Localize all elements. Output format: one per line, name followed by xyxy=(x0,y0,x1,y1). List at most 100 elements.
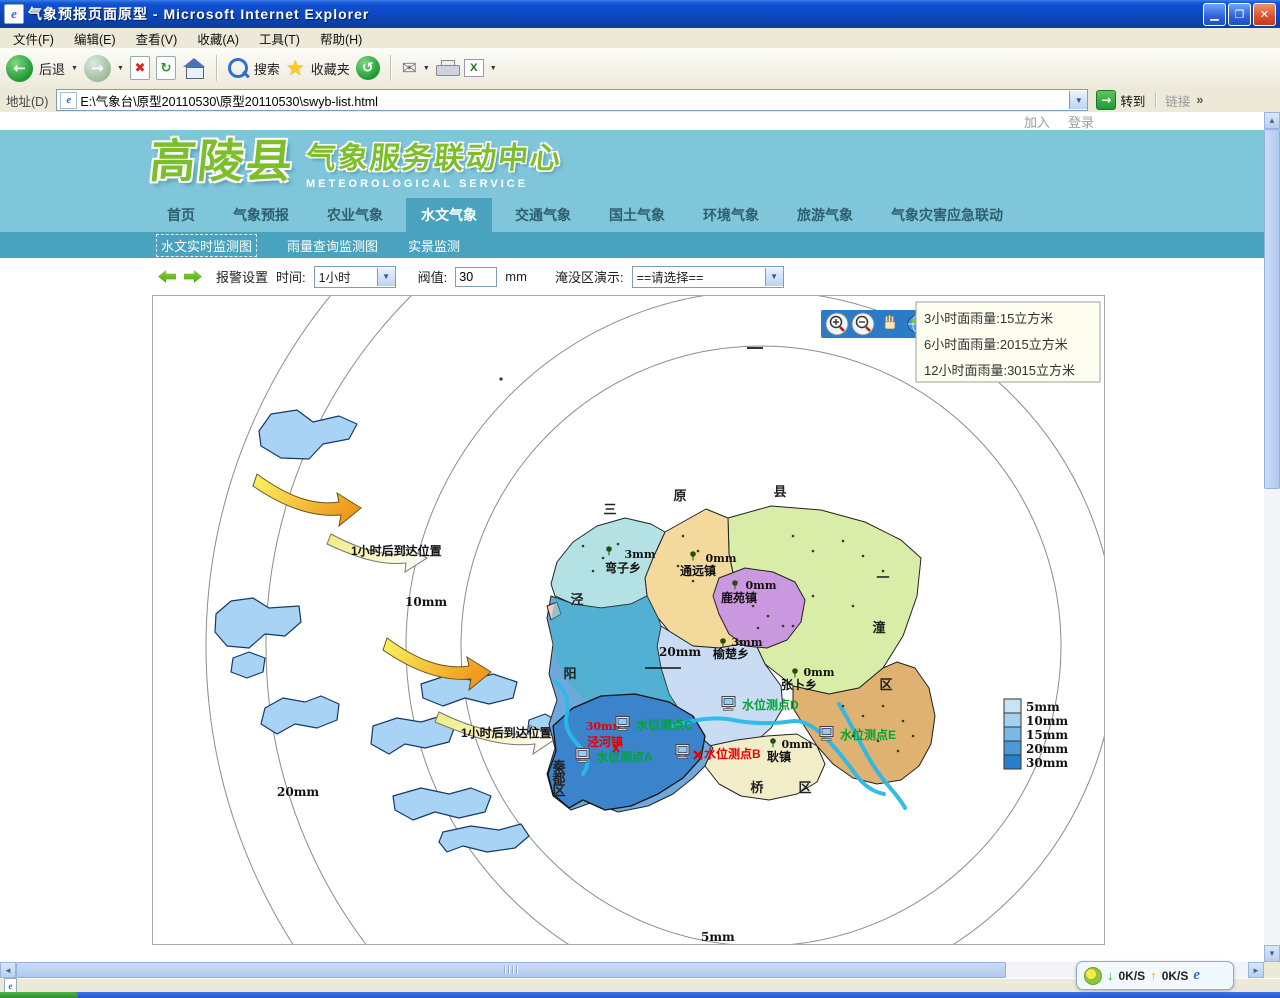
nav-agriculture[interactable]: 农业气象 xyxy=(312,198,398,232)
close-button[interactable]: ✕ xyxy=(1253,3,1276,26)
map-canvas[interactable]: 1小时后到达位置 1小时后到达位置 10mm 20mm 20mm xyxy=(153,296,1104,944)
nav-disaster-emergency[interactable]: 气象灾害应急联动 xyxy=(876,198,1018,232)
address-dropdown-icon[interactable]: ▼ xyxy=(1069,91,1087,109)
time-select[interactable]: 1小时 ▼ xyxy=(314,266,396,288)
nav-home[interactable]: 首页 xyxy=(152,198,210,232)
nav-traffic[interactable]: 交通气象 xyxy=(500,198,586,232)
traffic-monitor-widget[interactable]: ↓ 0K/S ↑ 0K/S e xyxy=(1076,961,1234,990)
menu-view[interactable]: 查看(V) xyxy=(127,27,187,50)
prev-arrow-icon[interactable] xyxy=(158,270,176,283)
edit-excel-icon[interactable]: X xyxy=(464,59,484,77)
pan-hand-button[interactable] xyxy=(885,315,895,329)
user-bar: 加入 登录 xyxy=(0,112,1264,130)
region-label-gengzhen[interactable]: 耿镇 xyxy=(767,749,791,764)
favorites-star-icon[interactable]: ★ xyxy=(286,58,305,79)
mail-icon[interactable]: ✉ xyxy=(402,59,417,77)
monitor-pc-icon-c[interactable] xyxy=(616,717,629,731)
print-icon[interactable] xyxy=(436,60,458,76)
links-chevron-icon[interactable]: » xyxy=(1196,93,1209,107)
monitor-pc-icon-d[interactable] xyxy=(722,697,735,711)
download-arrow-icon: ↓ xyxy=(1107,968,1114,983)
menu-file[interactable]: 文件(F) xyxy=(4,27,63,50)
horizontal-scrollbar[interactable]: ◄ ► xyxy=(0,962,1264,978)
restore-button[interactable]: ❐ xyxy=(1228,3,1251,26)
legend-label: 5mm xyxy=(1026,700,1060,714)
scroll-down-icon[interactable]: ▼ xyxy=(1264,945,1280,962)
back-dropdown-icon[interactable]: ▼ xyxy=(71,65,78,72)
monitor-label-d[interactable]: 水位测点D xyxy=(742,697,799,712)
monitor-label-c[interactable]: 水位测点C xyxy=(636,717,693,732)
monitor-pc-icon-a[interactable] xyxy=(576,749,589,763)
page-icon: e xyxy=(60,92,77,109)
favorites-label[interactable]: 收藏夹 xyxy=(311,59,350,78)
address-value[interactable]: E:\气象台\原型20110530\原型20110530\swyb-list.h… xyxy=(80,91,1069,110)
search-label[interactable]: 搜索 xyxy=(254,59,280,78)
scroll-right-icon[interactable]: ► xyxy=(1248,962,1264,978)
threshold-input[interactable] xyxy=(455,267,497,287)
neighbor-char: 区 xyxy=(798,781,811,796)
time-select-arrow-icon[interactable]: ▼ xyxy=(377,268,395,286)
scrollbar-corner xyxy=(1264,962,1280,978)
menu-tools[interactable]: 工具(T) xyxy=(250,27,309,50)
next-arrow-icon[interactable] xyxy=(184,270,202,283)
legend-swatch xyxy=(1004,755,1021,769)
region-label-zhangbu[interactable]: 张卜乡 xyxy=(781,677,817,692)
vertical-scrollbar[interactable]: ▲ ▼ xyxy=(1264,112,1280,962)
back-button[interactable]: ← xyxy=(6,55,33,82)
monitor-label-a[interactable]: 水位测点A xyxy=(596,749,653,764)
toolbar-separator xyxy=(390,55,392,81)
security-360-icon[interactable] xyxy=(1084,967,1102,985)
toolbar-separator xyxy=(216,55,218,81)
scroll-left-icon[interactable]: ◄ xyxy=(0,962,16,978)
monitor-label-b[interactable]: 水位测点B xyxy=(704,746,761,761)
start-button-fragment[interactable] xyxy=(0,992,78,998)
menu-help[interactable]: 帮助(H) xyxy=(311,27,371,50)
login-link[interactable]: 登录 xyxy=(1068,112,1094,131)
flood-select[interactable]: ==请选择== ▼ xyxy=(632,266,784,288)
forward-dropdown-icon[interactable]: ▼ xyxy=(117,65,124,72)
nav-tourism[interactable]: 旅游气象 xyxy=(782,198,868,232)
region-label-yuchu[interactable]: 榆楚乡 xyxy=(713,646,749,661)
mail-dropdown-icon[interactable]: ▼ xyxy=(423,65,430,72)
monitor-pc-icon-b[interactable] xyxy=(676,745,689,759)
back-label[interactable]: 后退 xyxy=(39,59,65,78)
refresh-icon[interactable]: ↻ xyxy=(156,56,176,80)
ie-tray-icon[interactable]: e xyxy=(1193,967,1200,984)
edit-dropdown-icon[interactable]: ▼ xyxy=(490,65,497,72)
search-icon[interactable] xyxy=(228,58,248,78)
upload-speed: 0K/S xyxy=(1162,969,1189,983)
menu-edit[interactable]: 编辑(E) xyxy=(65,27,125,50)
nav-hydrology[interactable]: 水文气象 xyxy=(406,198,492,232)
nav-land[interactable]: 国土气象 xyxy=(594,198,680,232)
site-logo: 高陵县 气象服务联动中心 METEOROLOGICAL SERVICE xyxy=(150,136,562,190)
monitor-pc-icon-e[interactable] xyxy=(820,727,833,741)
monitor-label-e[interactable]: 水位测点E xyxy=(840,727,896,742)
join-link[interactable]: 加入 xyxy=(1024,112,1050,131)
nav-weather-forecast[interactable]: 气象预报 xyxy=(218,198,304,232)
home-icon[interactable] xyxy=(182,58,206,78)
horizontal-scroll-thumb[interactable] xyxy=(16,962,1006,978)
go-button[interactable]: → 转到 xyxy=(1088,90,1153,110)
subnav-live-view[interactable]: 实景监测 xyxy=(408,236,460,255)
menu-favorites[interactable]: 收藏(A) xyxy=(188,27,248,50)
region-label-tongyuan[interactable]: 通远镇 xyxy=(680,563,716,578)
region-label-luyuan[interactable]: 鹿苑镇 xyxy=(721,590,757,605)
zoom-out-button[interactable] xyxy=(852,313,874,335)
links-label[interactable]: 链接 xyxy=(1159,91,1196,110)
forward-button[interactable]: → xyxy=(84,55,111,82)
neighbor-char: 泾 xyxy=(570,593,583,608)
alarm-controls: 报警设置 时间: 1小时 ▼ 阀值: mm 淹没区演示: ==请选择== ▼ xyxy=(0,258,1264,295)
region-label-wanzi[interactable]: 弯子乡 xyxy=(605,560,641,575)
minimize-button[interactable]: ▁ xyxy=(1203,3,1226,26)
scroll-up-icon[interactable]: ▲ xyxy=(1264,112,1280,129)
subnav-realtime-monitor[interactable]: 水文实时监测图 xyxy=(156,234,257,257)
address-input[interactable]: e E:\气象台\原型20110530\原型20110530\swyb-list… xyxy=(56,89,1088,111)
zoom-in-button[interactable] xyxy=(826,313,848,335)
rain-12h-text: 12小时面雨量:3015立方米 xyxy=(924,363,1075,378)
flood-select-arrow-icon[interactable]: ▼ xyxy=(765,268,783,286)
vertical-scroll-thumb[interactable] xyxy=(1264,129,1280,489)
stop-icon[interactable]: ✖ xyxy=(130,56,150,80)
nav-environment[interactable]: 环境气象 xyxy=(688,198,774,232)
subnav-rain-query[interactable]: 雨量查询监测图 xyxy=(287,236,378,255)
history-icon[interactable]: ↺ xyxy=(356,56,380,80)
